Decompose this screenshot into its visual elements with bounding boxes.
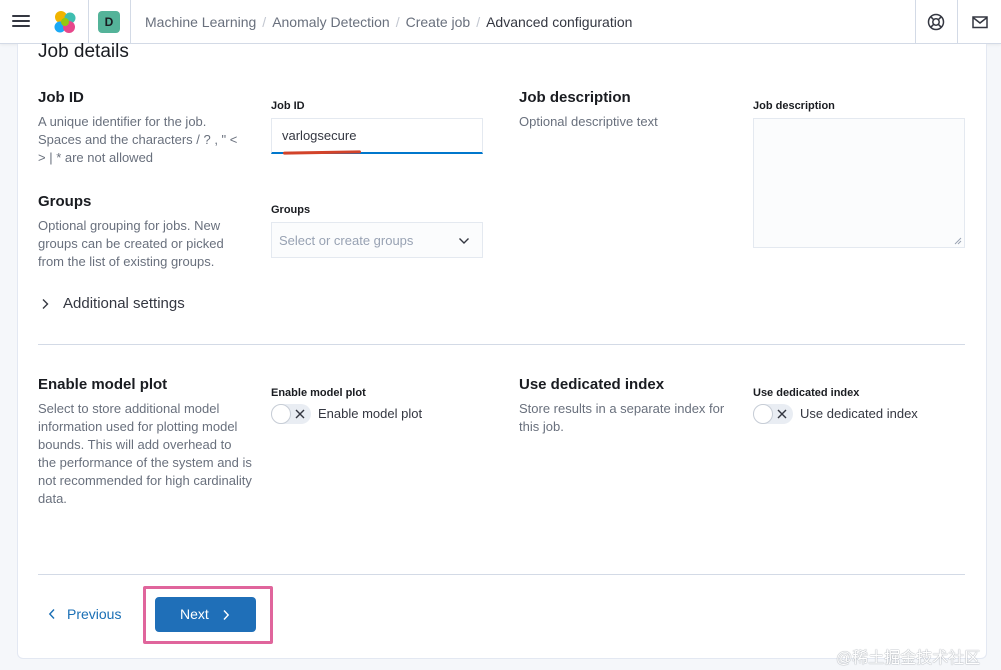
job-description-textarea[interactable] (753, 118, 965, 248)
chevron-left-icon (48, 609, 55, 619)
switch-knob (753, 404, 773, 424)
model-plot-title: Enable model plot (38, 376, 168, 393)
section-divider (38, 344, 965, 345)
breadcrumb-machine-learning[interactable]: Machine Learning (145, 14, 256, 30)
job-description-field-label: Job description (753, 100, 835, 112)
switch-knob (271, 404, 291, 424)
chevron-down-icon (459, 238, 469, 244)
elastic-logo[interactable] (52, 9, 78, 35)
additional-settings-label: Additional settings (63, 295, 185, 312)
model-plot-switch-label[interactable]: Enable model plot (318, 406, 422, 421)
cross-icon (777, 409, 787, 419)
divider (915, 0, 916, 44)
menu-icon[interactable] (12, 12, 32, 32)
footer-divider (38, 574, 965, 575)
job-details-panel: Job details Job ID A unique identifier f… (17, 41, 987, 659)
breadcrumb-create-job[interactable]: Create job (406, 14, 471, 30)
dedicated-index-title: Use dedicated index (519, 376, 665, 393)
dedicated-index-switch[interactable] (753, 404, 793, 424)
model-plot-description: Select to store additional model informa… (38, 401, 252, 506)
previous-label: Previous (67, 606, 122, 622)
groups-description: Optional grouping for jobs. New groups c… (38, 218, 224, 269)
groups-combo-box[interactable]: Select or create groups (271, 222, 483, 258)
breadcrumb-separator: / (262, 14, 267, 30)
model-plot-switch[interactable] (271, 404, 311, 424)
next-button[interactable]: Next (155, 597, 256, 632)
breadcrumb-anomaly-detection[interactable]: Anomaly Detection (272, 14, 390, 30)
breadcrumb: Machine Learning / Anomaly Detection / Creat… (145, 14, 632, 30)
watermark: @稀土掘金技术社区 (836, 650, 981, 667)
groups-title: Groups (38, 193, 92, 210)
job-id-field-label: Job ID (271, 100, 305, 112)
annotation-underline (282, 150, 362, 155)
divider (957, 0, 958, 44)
groups-placeholder: Select or create groups (279, 233, 414, 248)
chevron-right-icon (42, 299, 49, 309)
divider (88, 0, 89, 44)
section-title: Job details (38, 41, 129, 62)
job-id-title: Job ID (38, 89, 84, 106)
space-avatar[interactable]: D (98, 11, 120, 33)
cross-icon (295, 409, 305, 419)
chevron-right-icon (223, 610, 230, 620)
dedicated-index-field-label: Use dedicated index (753, 387, 860, 399)
job-description-title: Job description (519, 89, 631, 106)
job-id-description: A unique identifier for the job. Spaces … (38, 114, 238, 165)
help-icon[interactable] (926, 12, 946, 32)
resize-handle-icon[interactable] (954, 237, 962, 245)
divider (130, 0, 131, 44)
job-id-input[interactable] (271, 118, 483, 154)
dedicated-index-switch-label[interactable]: Use dedicated index (800, 406, 918, 421)
next-label: Next (180, 606, 209, 622)
breadcrumb-advanced-configuration: Advanced configuration (486, 14, 633, 30)
job-description-help: Optional descriptive text (519, 114, 658, 129)
breadcrumb-separator: / (395, 14, 400, 30)
groups-field-label: Groups (271, 204, 311, 216)
model-plot-field-label: Enable model plot (271, 387, 366, 399)
breadcrumb-separator: / (476, 14, 481, 30)
top-navigation-bar: D Machine Learning / Anomaly Detection / Cre… (0, 0, 1001, 44)
dedicated-index-description: Store results in a separate index for th… (519, 401, 725, 434)
mail-icon[interactable] (970, 12, 990, 32)
